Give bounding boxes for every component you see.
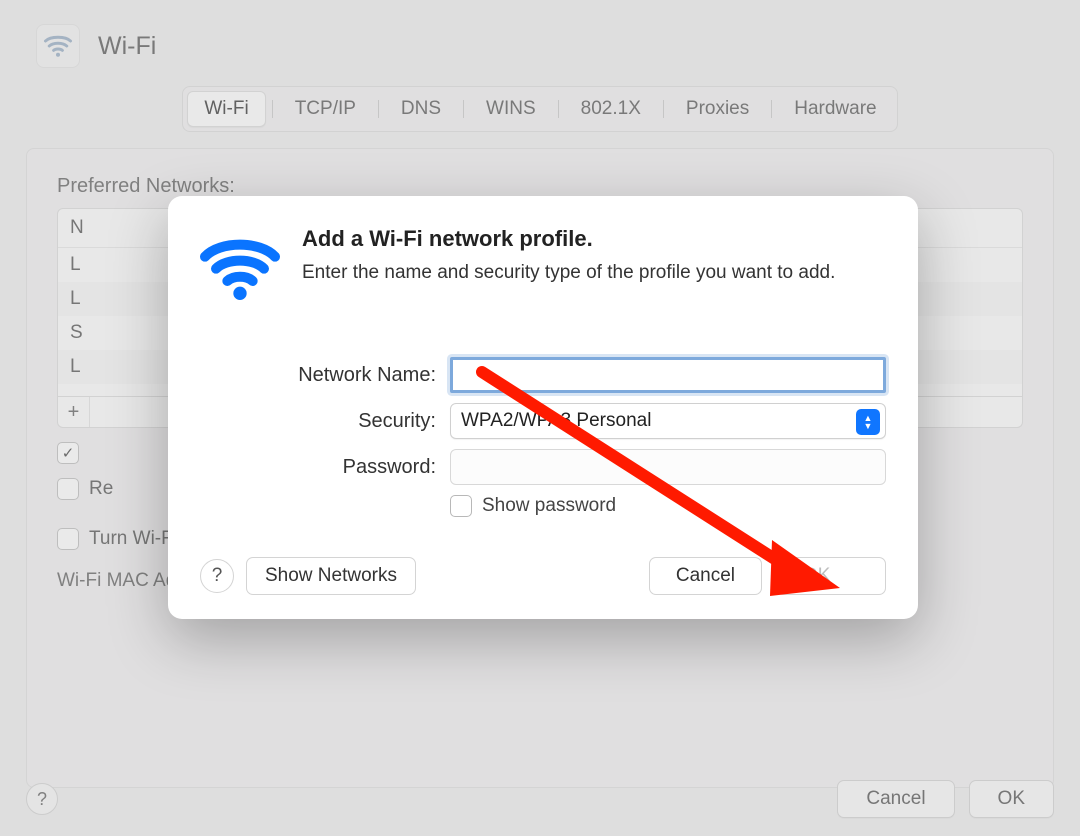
- tab-8021x[interactable]: 802.1X: [565, 92, 657, 126]
- ok-button[interactable]: OK: [969, 780, 1054, 818]
- tab-group: Wi-Fi TCP/IP DNS WINS 802.1X Proxies Har…: [182, 86, 897, 132]
- password-label: Password:: [200, 456, 450, 479]
- tab-dns[interactable]: DNS: [385, 92, 457, 126]
- wifi-icon: [200, 226, 280, 315]
- checkbox-item[interactable]: [57, 478, 79, 500]
- modal-title: Add a Wi-Fi network profile.: [302, 226, 835, 252]
- show-networks-button[interactable]: Show Networks: [246, 557, 416, 595]
- help-button[interactable]: ?: [26, 783, 58, 815]
- chevron-up-down-icon: ▲▼: [856, 409, 880, 435]
- page-title: Wi-Fi: [98, 32, 156, 61]
- table-header: N: [70, 217, 84, 239]
- show-password-label: Show password: [482, 495, 616, 517]
- modal-help-button[interactable]: ?: [200, 559, 234, 593]
- preferred-networks-label: Preferred Networks:: [57, 175, 1023, 198]
- tab-wins[interactable]: WINS: [470, 92, 552, 126]
- password-input[interactable]: [450, 449, 886, 485]
- tab-tcpip[interactable]: TCP/IP: [279, 92, 372, 126]
- cancel-button[interactable]: Cancel: [837, 780, 954, 818]
- remember-text: Re: [89, 478, 113, 500]
- turn-wifi-checkbox[interactable]: [57, 528, 79, 550]
- remember-checkbox[interactable]: ✓: [57, 442, 79, 464]
- tab-wifi[interactable]: Wi-Fi: [187, 91, 265, 127]
- security-select[interactable]: WPA2/WPA3 Personal ▲▼: [450, 403, 886, 439]
- network-name-label: Network Name:: [200, 364, 450, 387]
- modal-ok-button[interactable]: OK: [776, 557, 886, 595]
- add-network-button[interactable]: +: [58, 397, 90, 427]
- add-wifi-modal: Add a Wi-Fi network profile. Enter the n…: [168, 196, 918, 619]
- window-header: Wi-Fi: [0, 0, 1080, 78]
- show-password-checkbox[interactable]: [450, 495, 472, 517]
- tab-proxies[interactable]: Proxies: [670, 92, 765, 126]
- modal-cancel-button[interactable]: Cancel: [649, 557, 762, 595]
- security-value: WPA2/WPA3 Personal: [461, 410, 651, 432]
- security-label: Security:: [200, 410, 450, 433]
- network-name-input[interactable]: [450, 357, 886, 393]
- tab-hardware[interactable]: Hardware: [778, 92, 892, 126]
- wifi-icon: [36, 24, 80, 68]
- modal-subtitle: Enter the name and security type of the …: [302, 260, 835, 286]
